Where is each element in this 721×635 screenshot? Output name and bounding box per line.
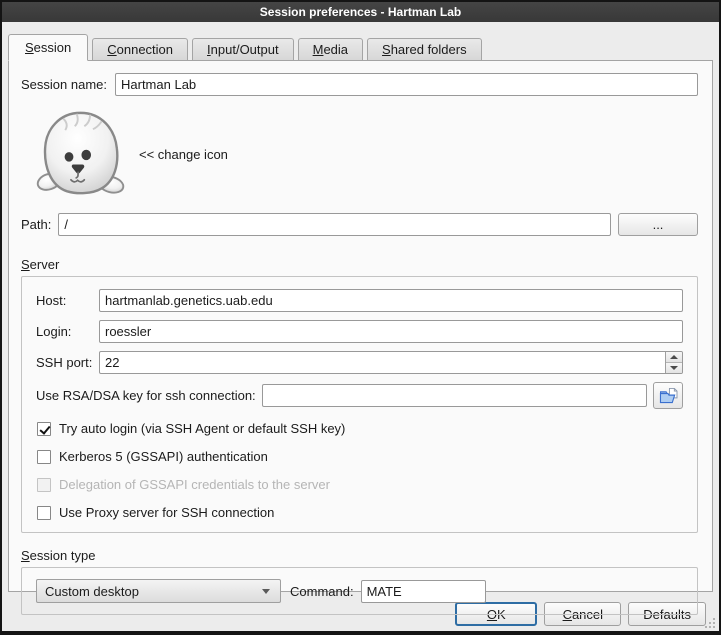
session-type-group-label: Session type [21, 548, 698, 563]
path-input[interactable] [58, 213, 611, 236]
rsa-key-browse-button[interactable] [653, 382, 683, 409]
spinner-buttons [665, 352, 682, 373]
session-type-dropdown[interactable]: Custom desktop [36, 579, 281, 603]
ssh-port-input[interactable] [99, 351, 683, 374]
triangle-up-icon [670, 355, 678, 359]
proxy-checkbox[interactable] [37, 506, 51, 520]
dropdown-arrow-icon [262, 589, 270, 594]
tab-input-output[interactable]: Input/Output [192, 38, 294, 61]
login-input[interactable] [99, 320, 683, 343]
session-icon-button[interactable] [34, 110, 127, 198]
proxy-row: Use Proxy server for SSH connection [37, 505, 683, 520]
server-group-label: Server [21, 257, 698, 272]
seal-mascot-icon [34, 110, 127, 198]
session-name-label: Session name: [21, 77, 107, 92]
host-input[interactable] [99, 289, 683, 312]
gssapi-delegation-checkbox [37, 478, 51, 492]
ssh-port-spinbox [99, 351, 683, 374]
gssapi-delegation-row: Delegation of GSSAPI credentials to the … [37, 477, 683, 492]
open-folder-icon [659, 387, 678, 404]
tab-connection[interactable]: Connection [92, 38, 188, 61]
rsa-key-input[interactable] [262, 384, 647, 407]
rsa-key-label: Use RSA/DSA key for ssh connection: [36, 388, 256, 403]
tab-shared-folders[interactable]: Shared folders [367, 38, 482, 61]
auto-login-checkbox[interactable] [37, 422, 51, 436]
command-label: Command: [290, 584, 354, 599]
session-tab-panel: Session name: [8, 60, 713, 592]
command-input[interactable] [361, 580, 486, 603]
session-type-groupbox: Custom desktop Command: [21, 567, 698, 615]
triangle-down-icon [670, 366, 678, 370]
ssh-port-label: SSH port: [36, 355, 99, 370]
session-name-input[interactable] [115, 73, 698, 96]
path-browse-button[interactable]: ... [618, 213, 698, 236]
session-icon-row: << change icon [21, 109, 698, 199]
auto-login-row: Try auto login (via SSH Agent or default… [37, 421, 683, 436]
spin-up-button[interactable] [666, 352, 682, 363]
kerberos-row: Kerberos 5 (GSSAPI) authentication [37, 449, 683, 464]
window-title: Session preferences - Hartman Lab [260, 5, 461, 19]
login-label: Login: [36, 324, 99, 339]
spin-down-button[interactable] [666, 363, 682, 373]
kerberos-label: Kerberos 5 (GSSAPI) authentication [59, 449, 268, 464]
proxy-label: Use Proxy server for SSH connection [59, 505, 274, 520]
change-icon-label: << change icon [139, 147, 228, 162]
tab-session[interactable]: Session [8, 34, 88, 61]
host-label: Host: [36, 293, 99, 308]
window-titlebar[interactable]: Session preferences - Hartman Lab [2, 2, 719, 22]
auto-login-label: Try auto login (via SSH Agent or default… [59, 421, 345, 436]
path-label: Path: [21, 217, 51, 232]
server-groupbox: Host: Login: SSH port: Use RSA/DSA k [21, 276, 698, 533]
tab-bar: Session Connection Input/Output Media Sh… [2, 22, 719, 61]
gssapi-delegation-label: Delegation of GSSAPI credentials to the … [59, 477, 330, 492]
session-type-selected: Custom desktop [45, 584, 262, 599]
session-preferences-dialog: Session preferences - Hartman Lab Sessio… [0, 0, 721, 635]
kerberos-checkbox[interactable] [37, 450, 51, 464]
resize-grip[interactable] [705, 618, 715, 628]
tab-media[interactable]: Media [298, 38, 363, 61]
